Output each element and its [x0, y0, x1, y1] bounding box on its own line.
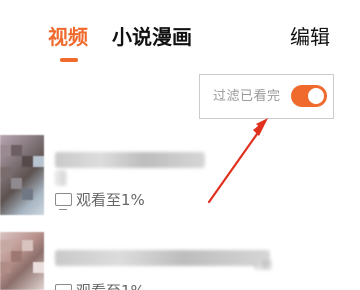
video-title-blurred — [55, 170, 67, 186]
filter-watched-label: 过滤已看完 — [213, 89, 281, 104]
filter-watched-toggle[interactable] — [291, 85, 327, 107]
tab-novels-comics[interactable]: 小说漫画 — [112, 23, 192, 51]
toggle-knob — [308, 88, 324, 104]
video-thumbnail[interactable] — [0, 135, 44, 215]
video-title-blurred — [55, 250, 270, 266]
watch-progress: 观看至1% — [55, 281, 145, 290]
watch-progress-text: 观看至1% — [76, 191, 145, 209]
video-thumbnail[interactable] — [0, 232, 44, 290]
tab-videos[interactable]: 视频 — [48, 23, 88, 51]
watch-progress: 观看至1% — [55, 190, 145, 210]
active-tab-indicator — [60, 58, 78, 62]
edit-button[interactable]: 编辑 — [290, 23, 330, 51]
video-title-blurred — [55, 152, 205, 168]
watch-progress-text: 观看至1% — [76, 282, 145, 290]
watch-history-screen: 视频 小说漫画 编辑 过滤已看完 观看至1% 观看至1% — [0, 0, 360, 290]
tv-icon — [55, 284, 72, 290]
tv-icon — [55, 193, 72, 210]
filter-watched-box: 过滤已看完 — [199, 74, 334, 119]
video-title-blurred — [254, 260, 272, 270]
